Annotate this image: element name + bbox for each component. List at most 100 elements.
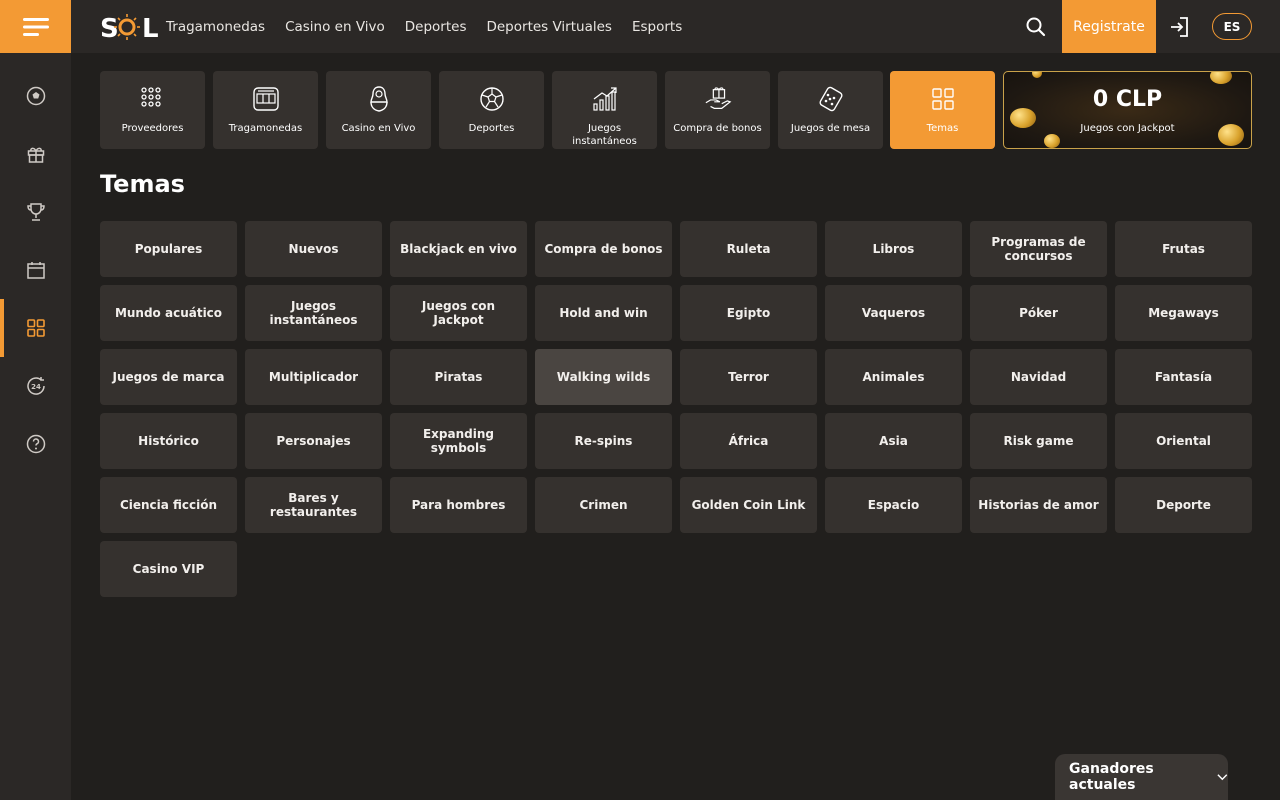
slot-machine-icon xyxy=(252,85,280,113)
category-label: Juegos instantáneos xyxy=(572,123,637,147)
theme-tile[interactable]: Ciencia ficción xyxy=(100,477,237,533)
theme-tile[interactable]: Fantasía xyxy=(1115,349,1252,405)
winners-label: Ganadores actuales xyxy=(1069,761,1154,793)
themes-grid: Populares Nuevos Blackjack en vivo Compra d… xyxy=(100,221,1252,597)
dots-grid-icon xyxy=(139,85,167,113)
jackpot-banner[interactable]: 0 CLP Juegos con Jackpot xyxy=(1003,71,1252,149)
theme-tile[interactable]: Piratas xyxy=(390,349,527,405)
nav-deportes[interactable]: Deportes xyxy=(405,19,467,35)
sidebar-item-calendar[interactable] xyxy=(0,241,71,299)
sidebar-item-themes[interactable] xyxy=(0,299,71,357)
top-bar: S L Tragamonedas Casino en Vivo Deportes… xyxy=(0,0,1280,53)
theme-tile[interactable]: Oriental xyxy=(1115,413,1252,469)
svg-text:24: 24 xyxy=(31,383,41,391)
theme-tile[interactable]: Crimen xyxy=(535,477,672,533)
nav-deportes-virtuales[interactable]: Deportes Virtuales xyxy=(486,19,611,35)
jackpot-amount: 0 CLP xyxy=(1092,87,1163,112)
gift-icon xyxy=(27,147,44,163)
chart-up-icon xyxy=(591,85,619,113)
category-label: Deportes xyxy=(468,123,515,134)
jackpot-label: Juegos con Jackpot xyxy=(1080,123,1175,134)
theme-tile[interactable]: Navidad xyxy=(970,349,1107,405)
theme-tile[interactable]: Risk game xyxy=(970,413,1107,469)
category-label: Temas xyxy=(926,123,959,134)
theme-tile[interactable]: Programas de concursos xyxy=(970,221,1107,277)
category-compra-de-bonos[interactable]: Compra de bonos xyxy=(665,71,770,149)
hamburger-icon xyxy=(22,17,49,36)
category-deportes[interactable]: Deportes xyxy=(439,71,544,149)
sidebar-item-support-24[interactable]: 24 xyxy=(0,357,71,415)
theme-tile[interactable]: Personajes xyxy=(245,413,382,469)
category-temas[interactable]: Temas xyxy=(890,71,995,149)
nav-casino-en-vivo[interactable]: Casino en Vivo xyxy=(285,19,385,35)
theme-tile[interactable]: Golden Coin Link xyxy=(680,477,817,533)
chevron-down-icon xyxy=(1217,774,1228,781)
login-icon xyxy=(1171,17,1188,37)
category-label: Juegos de mesa xyxy=(790,123,871,134)
category-casino-en-vivo[interactable]: Casino en Vivo xyxy=(326,71,431,149)
login-button[interactable] xyxy=(1168,15,1192,39)
hand-gift-icon xyxy=(704,85,732,113)
theme-tile[interactable]: Ruleta xyxy=(680,221,817,277)
register-button[interactable]: Registrate xyxy=(1062,0,1156,53)
theme-tile[interactable]: Historias de amor xyxy=(970,477,1107,533)
coin-decoration xyxy=(1210,72,1232,84)
theme-tile[interactable]: Casino VIP xyxy=(100,541,237,597)
theme-tile[interactable]: Deporte xyxy=(1115,477,1252,533)
dice-icon xyxy=(817,85,845,113)
sidebar-item-sports[interactable] xyxy=(0,67,71,125)
category-juegos-instantaneos[interactable]: Juegos instantáneos xyxy=(552,71,657,149)
soccer-ball-icon xyxy=(26,86,45,106)
theme-tile[interactable]: Hold and win xyxy=(535,285,672,341)
theme-tile[interactable]: Blackjack en vivo xyxy=(390,221,527,277)
theme-tile[interactable]: Póker xyxy=(970,285,1107,341)
theme-tile[interactable]: Animales xyxy=(825,349,962,405)
nav-tragamonedas[interactable]: Tragamonedas xyxy=(166,19,265,35)
coin-decoration xyxy=(1044,134,1060,148)
category-juegos-de-mesa[interactable]: Juegos de mesa xyxy=(778,71,883,149)
search-icon xyxy=(1026,17,1046,37)
theme-tile[interactable]: Re-spins xyxy=(535,413,672,469)
theme-tile[interactable]: Asia xyxy=(825,413,962,469)
menu-button[interactable] xyxy=(0,0,71,53)
theme-tile[interactable]: Egipto xyxy=(680,285,817,341)
sidebar-item-tournaments[interactable] xyxy=(0,183,71,241)
grid-icon xyxy=(26,319,45,337)
theme-tile[interactable]: Walking wilds xyxy=(535,349,672,405)
page-title: Temas xyxy=(100,170,185,198)
theme-tile[interactable]: Para hombres xyxy=(390,477,527,533)
category-proveedores[interactable]: Proveedores xyxy=(100,71,205,149)
theme-tile[interactable]: Histórico xyxy=(100,413,237,469)
theme-tile[interactable]: Juegos de marca xyxy=(100,349,237,405)
nav-esports[interactable]: Esports xyxy=(632,19,682,35)
theme-tile[interactable]: Libros xyxy=(825,221,962,277)
category-tragamonedas[interactable]: Tragamonedas xyxy=(213,71,318,149)
theme-tile[interactable]: África xyxy=(680,413,817,469)
theme-tile[interactable]: Populares xyxy=(100,221,237,277)
theme-tile[interactable]: Expanding symbols xyxy=(390,413,527,469)
current-winners-toggle[interactable]: Ganadores actuales xyxy=(1055,754,1228,800)
svg-text:L: L xyxy=(142,14,158,42)
dealer-icon xyxy=(365,85,393,113)
search-button[interactable] xyxy=(1024,15,1048,39)
category-label: Proveedores xyxy=(121,123,184,134)
theme-tile[interactable]: Espacio xyxy=(825,477,962,533)
sidebar-item-promotions[interactable] xyxy=(0,125,71,183)
language-selector[interactable]: ES xyxy=(1212,13,1252,40)
site-logo[interactable]: S L xyxy=(100,12,158,42)
theme-tile[interactable]: Juegos instantáneos xyxy=(245,285,382,341)
theme-tile[interactable]: Frutas xyxy=(1115,221,1252,277)
theme-tile[interactable]: Mundo acuático xyxy=(100,285,237,341)
theme-tile[interactable]: Megaways xyxy=(1115,285,1252,341)
svg-text:S: S xyxy=(100,14,119,42)
theme-tile[interactable]: Vaqueros xyxy=(825,285,962,341)
theme-tile[interactable]: Bares y restaurantes xyxy=(245,477,382,533)
theme-tile[interactable]: Nuevos xyxy=(245,221,382,277)
sidebar-item-help[interactable] xyxy=(0,415,71,473)
theme-tile[interactable]: Terror xyxy=(680,349,817,405)
theme-tile[interactable]: Juegos con Jackpot xyxy=(390,285,527,341)
theme-tile[interactable]: Multiplicador xyxy=(245,349,382,405)
coin-decoration xyxy=(1032,72,1042,78)
help-icon xyxy=(26,434,45,454)
theme-tile[interactable]: Compra de bonos xyxy=(535,221,672,277)
